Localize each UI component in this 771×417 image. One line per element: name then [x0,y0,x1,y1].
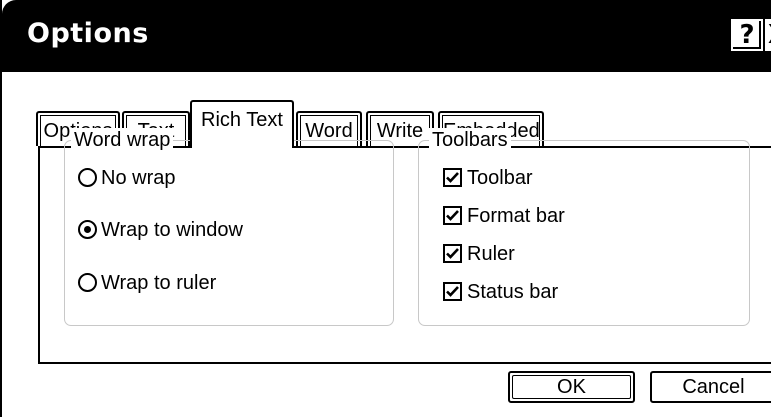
checkbox-ruler-label: Ruler [467,243,515,265]
checkbox-format-bar-label: Format bar [467,205,565,227]
cancel-button-label: Cancel [682,376,745,398]
word-wrap-group-label: Word wrap [71,128,174,152]
radio-wrap-to-window[interactable]: Wrap to window [78,218,243,242]
radio-wrap-to-ruler-button[interactable] [78,273,97,292]
checkbox-format-bar-box[interactable] [443,206,462,225]
checkbox-toolbar-label: Toolbar [467,167,533,189]
radio-wrap-to-window-label: Wrap to window [101,219,243,241]
radio-wrap-to-window-button[interactable] [78,220,97,239]
ok-button[interactable]: OK [508,371,635,403]
checkbox-format-bar[interactable]: Format bar [443,204,565,228]
checkbox-toolbar-box[interactable] [443,168,462,187]
help-button[interactable]: ? [731,19,763,51]
options-dialog: Options ? X Options Text Rich Text Word … [0,0,771,417]
tab-rich-text-label: Rich Text [201,109,283,131]
checkbox-toolbar[interactable]: Toolbar [443,166,533,190]
checkbox-ruler[interactable]: Ruler [443,242,515,266]
ok-focus-ring [512,375,631,399]
radio-no-wrap-label: No wrap [101,167,176,189]
checkbox-status-bar-box[interactable] [443,282,462,301]
radio-wrap-to-ruler-label: Wrap to ruler [101,272,217,294]
radio-wrap-to-ruler[interactable]: Wrap to ruler [78,271,216,295]
checkbox-status-bar-label: Status bar [467,281,559,303]
cancel-button[interactable]: Cancel [650,371,771,403]
checkmark-icon [446,286,459,297]
checkmark-icon [446,172,459,183]
toolbars-group-label: Toolbars [429,128,511,152]
checkbox-ruler-box[interactable] [443,244,462,263]
checkmark-icon [446,248,459,259]
dialog-title: Options [27,18,149,49]
toolbars-group: Toolbars Toolbar Format bar Ruler Status… [418,128,750,326]
radio-no-wrap-button[interactable] [78,168,97,187]
tab-rich-text[interactable]: Rich Text [190,100,294,148]
word-wrap-group: Word wrap No wrap Wrap to window Wrap to… [64,128,394,326]
checkbox-status-bar[interactable]: Status bar [443,280,558,304]
close-button[interactable]: X [765,19,771,51]
rich-text-panel: Word wrap No wrap Wrap to window Wrap to… [38,128,771,364]
radio-no-wrap[interactable]: No wrap [78,166,175,190]
help-icon: ? [739,20,755,50]
checkmark-icon [446,210,459,221]
title-bar[interactable]: Options ? X [2,0,771,72]
